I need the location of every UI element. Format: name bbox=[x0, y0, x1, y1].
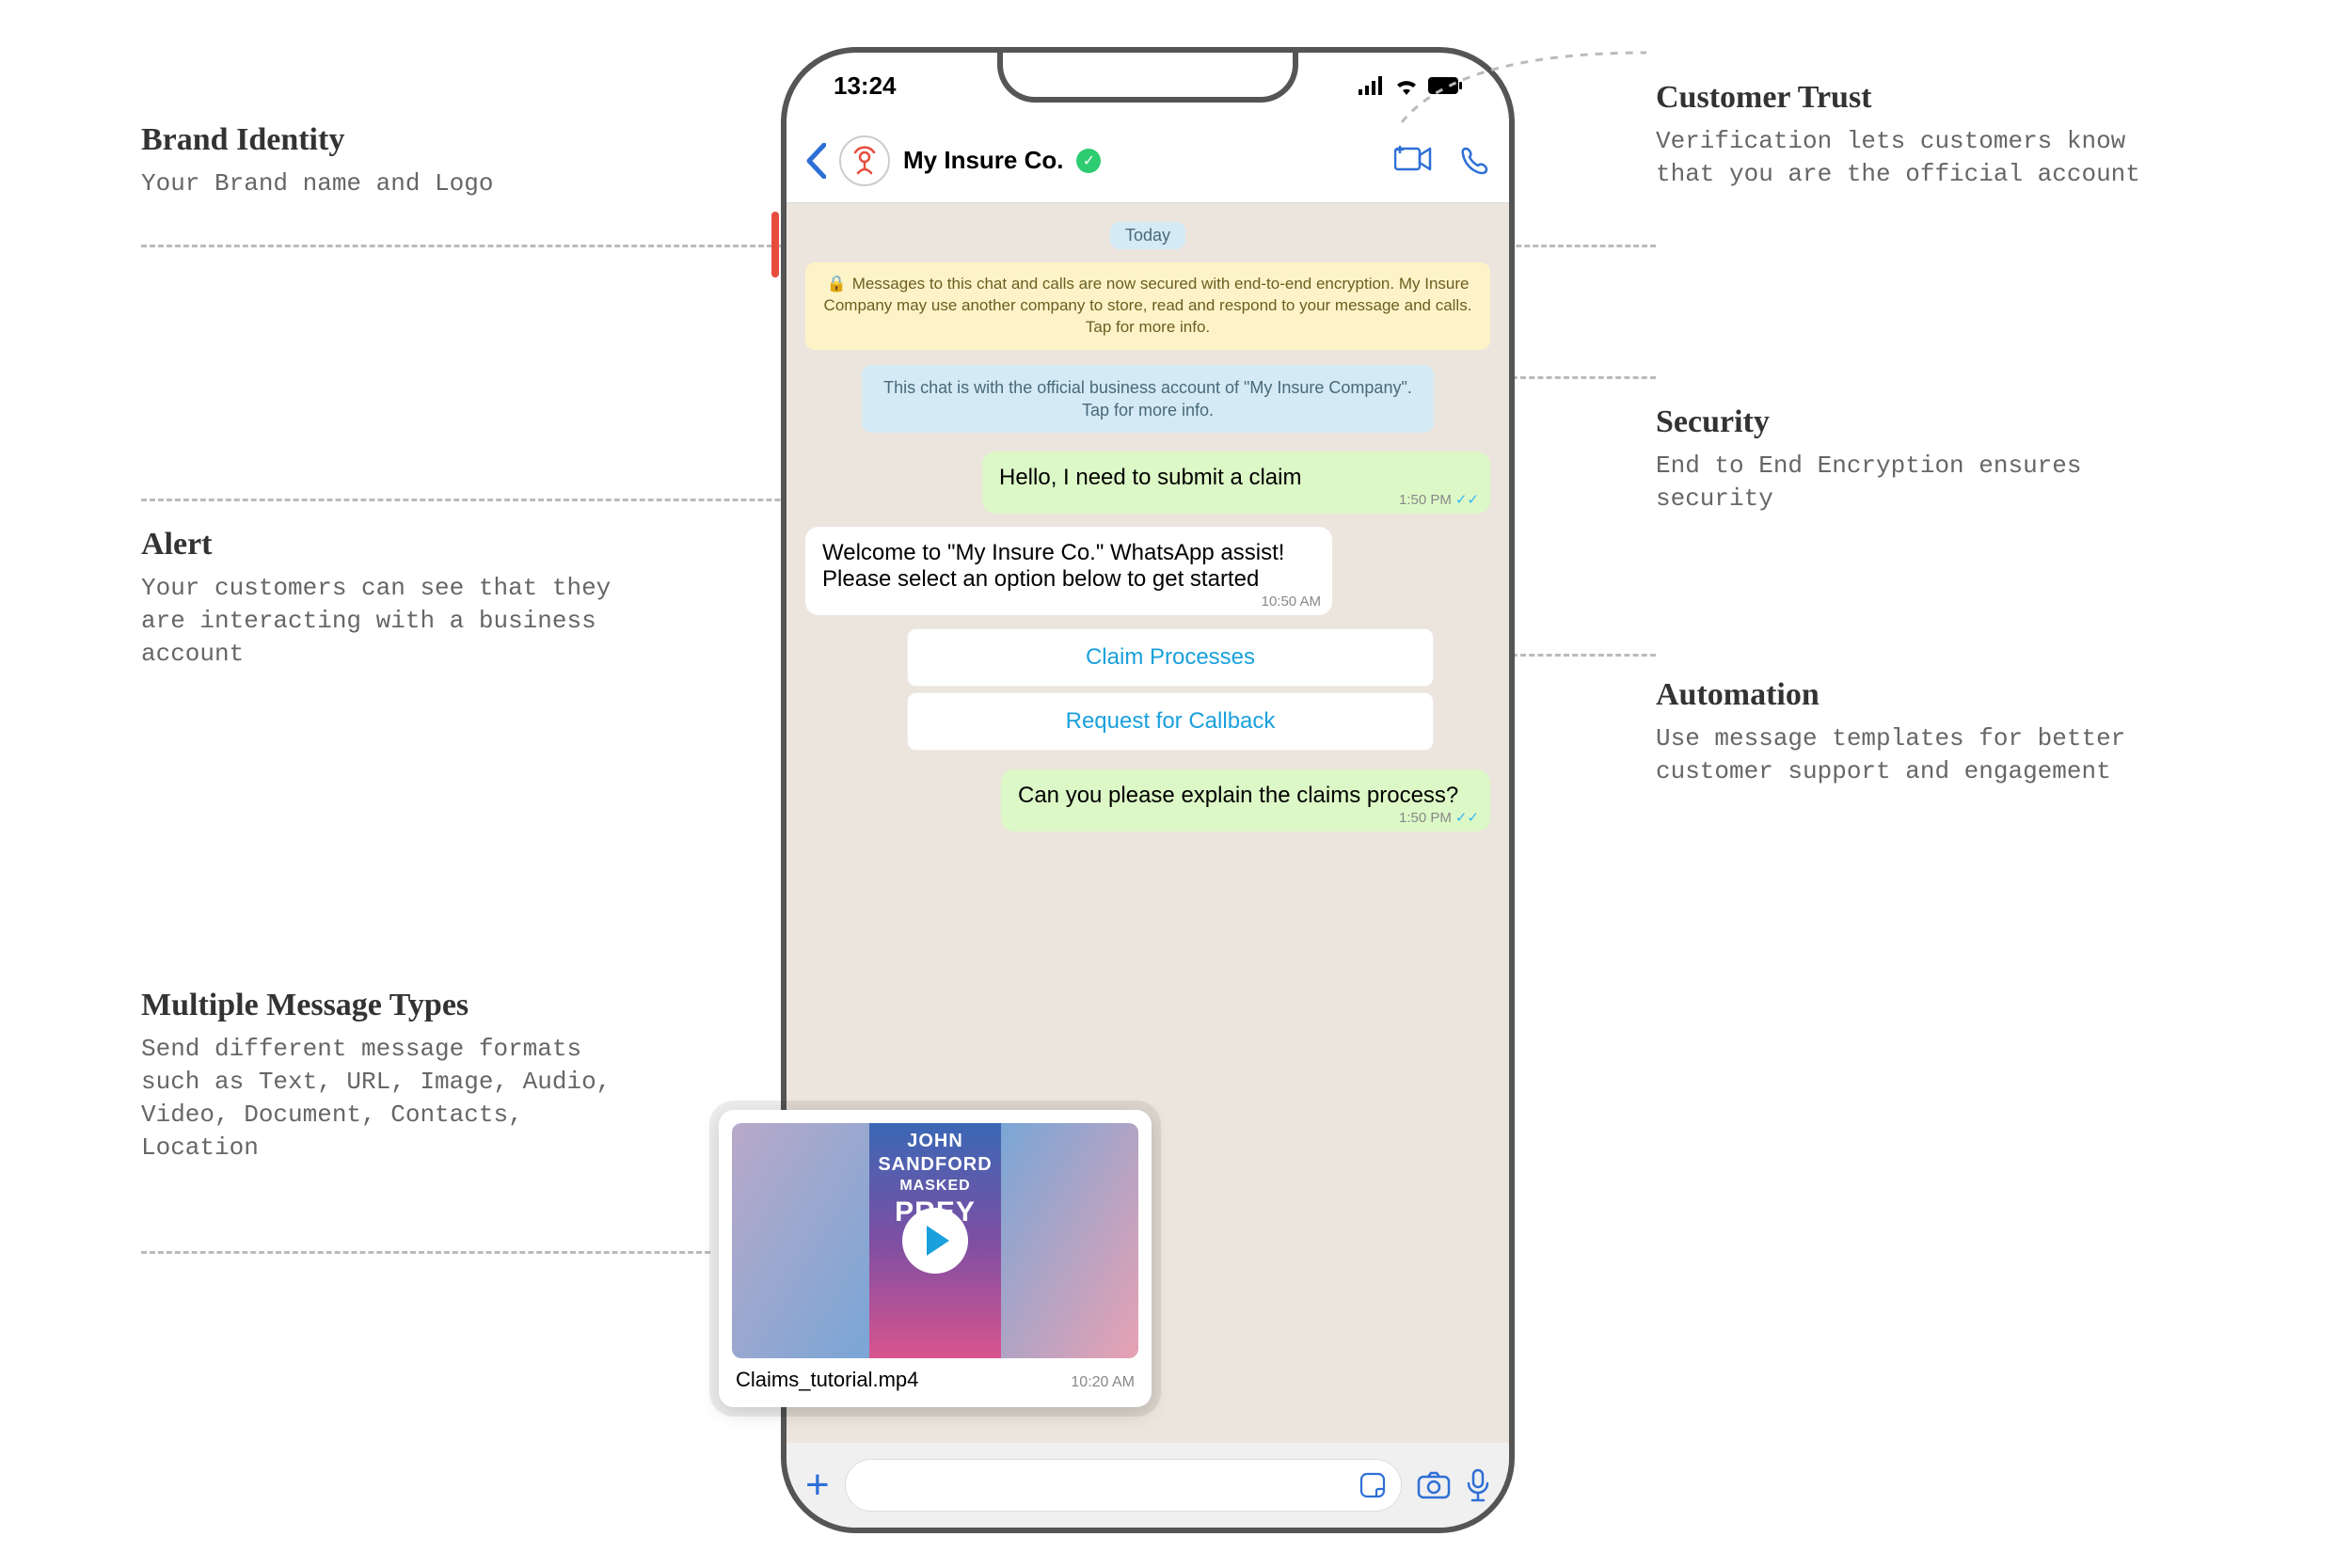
header-actions bbox=[1394, 146, 1490, 176]
attachment-meta: Claims_tutorial.mp4 10:20 AM bbox=[732, 1358, 1138, 1394]
sticker-icon[interactable] bbox=[1359, 1472, 1386, 1498]
phone-notch bbox=[997, 51, 1298, 103]
annotation-alert: Alert Your customers can see that they a… bbox=[141, 527, 630, 671]
book-text: SANDFORD bbox=[878, 1154, 992, 1176]
callout-marker bbox=[771, 212, 779, 277]
date-pill: Today bbox=[1110, 222, 1185, 249]
message-outgoing[interactable]: Can you please explain the claims proces… bbox=[1001, 769, 1490, 832]
back-button[interactable] bbox=[805, 143, 826, 179]
attachment-button[interactable]: + bbox=[805, 1462, 830, 1509]
annotation-desc: Verification lets customers know that yo… bbox=[1656, 125, 2183, 191]
message-time: 10:50 AM bbox=[1262, 594, 1321, 610]
annotation-desc: End to End Encryption ensures security bbox=[1656, 450, 2183, 515]
brand-logo[interactable] bbox=[839, 135, 890, 186]
annotation-title: Automation bbox=[1656, 677, 2183, 713]
encryption-text: Messages to this chat and calls are now … bbox=[824, 275, 1472, 336]
message-text: Welcome to "My Insure Co." WhatsApp assi… bbox=[822, 540, 1284, 592]
diagram-canvas: Brand Identity Your Brand name and Logo … bbox=[0, 0, 2352, 1568]
video-attachment-card[interactable]: JOHN SANDFORD MASKED PREY Claims_tutoria… bbox=[719, 1110, 1152, 1407]
annotation-customer-trust: Customer Trust Verification lets custome… bbox=[1656, 80, 2183, 191]
annotation-desc: Your Brand name and Logo bbox=[141, 167, 630, 200]
camera-icon[interactable] bbox=[1417, 1471, 1451, 1499]
annotation-title: Security bbox=[1656, 404, 2183, 440]
lock-icon: 🔒 bbox=[827, 275, 847, 293]
annotation-desc: Send different message formats such as T… bbox=[141, 1033, 630, 1164]
microphone-icon[interactable] bbox=[1466, 1468, 1490, 1502]
status-time: 13:24 bbox=[834, 71, 897, 101]
message-time: 1:50 PM✓✓ bbox=[1399, 491, 1479, 508]
voice-call-icon[interactable] bbox=[1460, 146, 1490, 176]
callout-curve bbox=[1402, 53, 1665, 128]
annotation-brand-identity: Brand Identity Your Brand name and Logo bbox=[141, 122, 630, 200]
callout-line bbox=[141, 245, 781, 247]
annotation-automation: Automation Use message templates for bet… bbox=[1656, 677, 2183, 788]
annotation-title: Multiple Message Types bbox=[141, 988, 630, 1023]
annotation-desc: Your customers can see that they are int… bbox=[141, 572, 630, 671]
annotation-multiple-message-types: Multiple Message Types Send different me… bbox=[141, 988, 630, 1164]
brand-name[interactable]: My Insure Co. bbox=[903, 146, 1063, 175]
play-icon[interactable] bbox=[902, 1208, 968, 1274]
video-thumbnail: JOHN SANDFORD MASKED PREY bbox=[732, 1123, 1138, 1358]
verified-badge-icon: ✓ bbox=[1076, 149, 1101, 173]
message-incoming[interactable]: Welcome to "My Insure Co." WhatsApp assi… bbox=[805, 527, 1332, 615]
video-call-icon[interactable] bbox=[1394, 146, 1432, 176]
message-text: Hello, I need to submit a claim bbox=[999, 465, 1301, 490]
message-text: Can you please explain the claims proces… bbox=[1018, 783, 1458, 808]
annotation-title: Alert bbox=[141, 527, 630, 562]
message-time: 1:50 PM✓✓ bbox=[1399, 809, 1479, 826]
read-ticks-icon: ✓✓ bbox=[1455, 492, 1479, 508]
quick-reply-button[interactable]: Request for Callback bbox=[907, 692, 1434, 751]
annotation-security: Security End to End Encryption ensures s… bbox=[1656, 404, 2183, 515]
business-account-notice[interactable]: This chat is with the official business … bbox=[862, 365, 1434, 434]
annotation-title: Customer Trust bbox=[1656, 80, 2183, 116]
signal-icon bbox=[1359, 76, 1385, 95]
quick-reply-button[interactable]: Claim Processes bbox=[907, 628, 1434, 687]
annotation-title: Brand Identity bbox=[141, 122, 630, 158]
message-outgoing[interactable]: Hello, I need to submit a claim 1:50 PM✓… bbox=[982, 451, 1490, 514]
book-text: JOHN bbox=[907, 1131, 963, 1152]
message-input[interactable] bbox=[845, 1459, 1402, 1512]
annotation-desc: Use message templates for better custome… bbox=[1656, 722, 2183, 788]
message-input-bar: + bbox=[787, 1443, 1509, 1528]
callout-line bbox=[141, 1251, 710, 1254]
attachment-filename: Claims_tutorial.mp4 bbox=[736, 1368, 918, 1392]
attachment-time: 10:20 AM bbox=[1071, 1374, 1135, 1391]
encryption-notice[interactable]: 🔒Messages to this chat and calls are now… bbox=[805, 262, 1490, 350]
chat-header: My Insure Co. ✓ bbox=[787, 119, 1509, 203]
book-text: MASKED bbox=[899, 1178, 970, 1195]
read-ticks-icon: ✓✓ bbox=[1455, 810, 1479, 826]
